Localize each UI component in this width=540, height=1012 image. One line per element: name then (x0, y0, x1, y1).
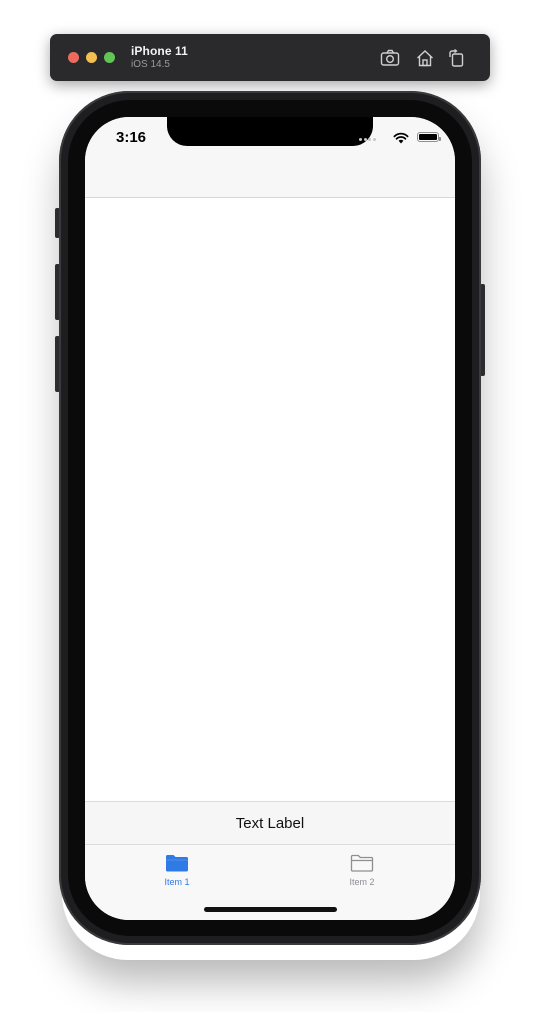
text-label-bar: Text Label (85, 801, 455, 845)
rotate-icon[interactable] (446, 47, 468, 69)
text-label: Text Label (235, 815, 305, 832)
wifi-icon (393, 131, 409, 144)
device-screen: 3:16 Text Label Item 1 Item 2 (85, 117, 455, 920)
main-content-area (85, 198, 455, 801)
minimize-window-button[interactable] (86, 52, 97, 63)
home-icon[interactable] (414, 47, 436, 69)
cellular-signal-icon (359, 138, 377, 142)
folder-outline-icon (322, 853, 402, 873)
tab-item-2[interactable]: Item 2 (322, 853, 402, 887)
tab-item-1-label: Item 1 (164, 877, 190, 887)
status-indicators (349, 131, 441, 144)
tab-item-1[interactable]: Item 1 (137, 853, 217, 887)
close-window-button[interactable] (68, 52, 79, 63)
notch (167, 117, 373, 146)
zoom-window-button[interactable] (104, 52, 115, 63)
battery-icon (417, 132, 441, 142)
os-version: iOS 14.5 (131, 59, 170, 70)
simulator-window: iPhone 11 iOS 14.5 3:16 Text Label Item … (0, 0, 540, 1012)
folder-filled-icon (137, 853, 217, 873)
screenshot-icon[interactable] (379, 47, 401, 69)
status-time: 3:16 (116, 129, 147, 146)
tab-item-2-label: Item 2 (349, 877, 375, 887)
simulator-title-bar: iPhone 11 iOS 14.5 (50, 34, 490, 81)
device-name: iPhone 11 (131, 44, 188, 58)
home-indicator[interactable] (204, 907, 337, 912)
tab-bar: Item 1 Item 2 (85, 845, 455, 920)
